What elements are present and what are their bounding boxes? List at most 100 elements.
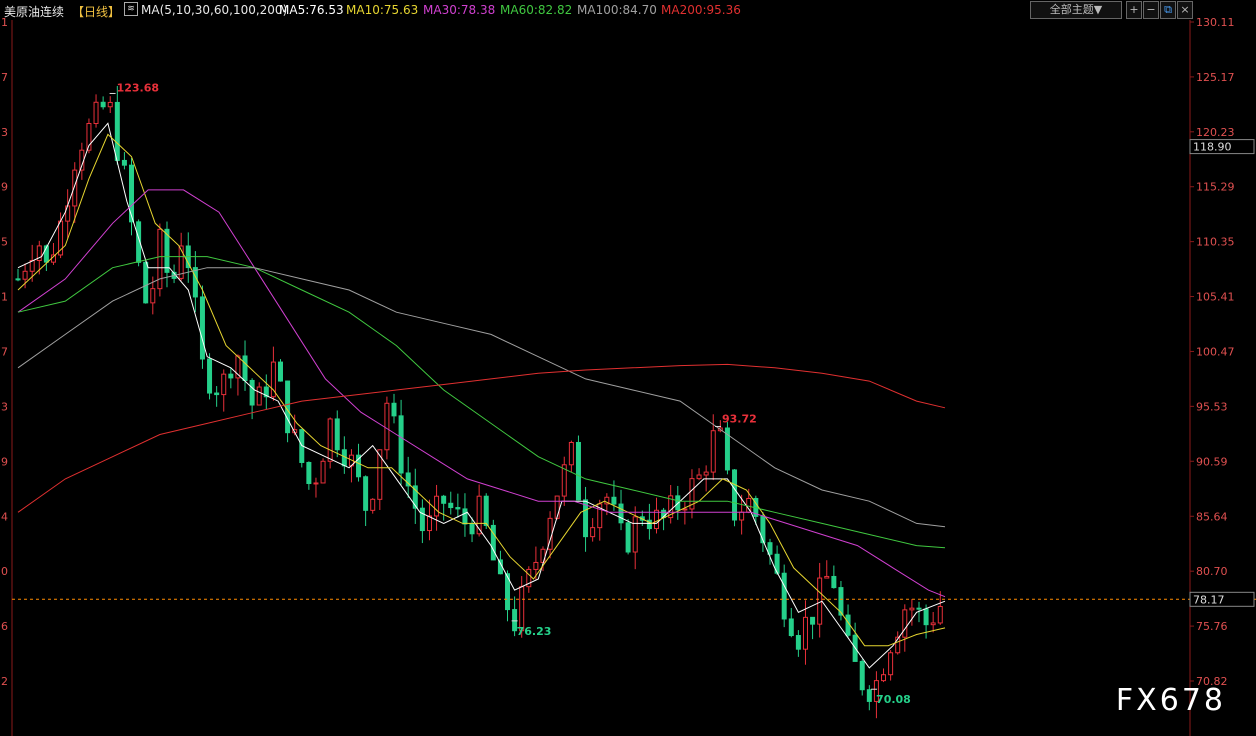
ma-line-ma30 — [17, 189, 946, 598]
extreme-label: 93.72 — [722, 412, 757, 425]
candle-body — [143, 261, 149, 304]
watermark: FX678 — [1115, 683, 1226, 718]
ma-settings-icon[interactable]: ≋ — [124, 2, 138, 16]
left-tick-label: 9 — [1, 181, 8, 194]
left-tick-label: 5 — [1, 236, 8, 249]
candle-body — [199, 296, 205, 360]
candle-body — [483, 495, 489, 526]
candle-body — [866, 689, 872, 702]
candle-body — [426, 515, 432, 532]
candle-body — [696, 474, 702, 480]
ma200-label: MA200:95.36 — [661, 3, 741, 17]
extreme-label: 76.23 — [517, 625, 552, 638]
candle-body — [221, 373, 227, 396]
candle-body — [22, 270, 28, 280]
candlestick-chart[interactable]: 130.111125.177120.233115.299110.355105.4… — [0, 0, 1256, 736]
candle-body — [653, 509, 659, 530]
candle-body — [363, 476, 369, 511]
candle-body — [121, 159, 127, 166]
candle-body — [909, 607, 915, 611]
extreme-label: 123.68 — [117, 81, 159, 94]
ma100-label: MA100:84.70 — [577, 3, 657, 17]
candle-body — [370, 498, 376, 511]
ma60-label: MA60:82.82 — [500, 3, 573, 17]
candle-body — [788, 618, 794, 637]
candle-body — [625, 522, 631, 553]
y-tick-label: 125.17 — [1196, 71, 1235, 84]
candle-body — [682, 508, 688, 511]
ma-spec-label: MA(5,10,30,60,100,200) — [141, 3, 288, 17]
candle-body — [462, 508, 468, 525]
candle-body — [334, 418, 340, 451]
y-tick-label: 115.29 — [1196, 181, 1235, 194]
restore-button[interactable]: ⧉ — [1160, 1, 1176, 19]
ma-line-ma5 — [17, 122, 946, 669]
candle-body — [391, 402, 397, 417]
candle-body — [739, 511, 745, 521]
y-axis: 130.111125.177120.233115.299110.355105.4… — [1, 16, 1235, 688]
candle-body — [242, 355, 248, 381]
candle-body — [795, 635, 801, 650]
left-tick-label: 2 — [1, 675, 8, 688]
ma-line-ma100 — [17, 267, 946, 528]
y-tick-label: 105.41 — [1196, 291, 1235, 304]
close-button[interactable]: × — [1177, 1, 1193, 19]
candle-body — [214, 392, 220, 396]
candle-body — [256, 386, 262, 406]
left-tick-label: 7 — [1, 345, 8, 358]
left-tick-label: 0 — [1, 565, 8, 578]
candle-body — [448, 502, 454, 509]
period-label[interactable]: 【日线】 — [72, 3, 120, 20]
candle-body — [15, 278, 21, 281]
candle-body — [710, 430, 716, 473]
candle-body — [277, 361, 283, 382]
candle-body — [114, 101, 120, 161]
candle-body — [469, 523, 475, 535]
y-tick-label: 75.76 — [1196, 620, 1228, 633]
candle-body — [590, 527, 596, 538]
symbol-label: 美原油连续 — [4, 5, 65, 19]
candle-body — [824, 575, 830, 579]
candle-body — [107, 101, 113, 108]
left-tick-label: 3 — [1, 126, 8, 139]
zoom-out-button[interactable]: − — [1143, 1, 1159, 19]
candle-body — [455, 507, 461, 510]
candle-body — [419, 507, 425, 532]
ma5-label: MA5:76.53 — [279, 3, 344, 17]
moving-averages — [17, 122, 946, 669]
candle-body — [930, 622, 936, 626]
candle-body — [129, 164, 135, 223]
left-tick-label: 6 — [1, 620, 8, 633]
theme-select[interactable]: 全部主题▼ — [1030, 1, 1122, 19]
grid — [11, 20, 1191, 736]
left-tick-label: 7 — [1, 71, 8, 84]
left-tick-label: 1 — [1, 291, 8, 304]
candle-body — [285, 380, 291, 434]
candle-body — [93, 101, 99, 124]
y-tick-label: 100.47 — [1196, 345, 1235, 358]
candle-body — [434, 495, 440, 517]
candle-body — [923, 608, 929, 626]
candle-body — [611, 496, 617, 505]
zoom-in-button[interactable]: + — [1126, 1, 1142, 19]
candle-body — [937, 605, 943, 624]
candle-body — [902, 609, 908, 638]
ma30-label: MA30:78.38 — [423, 3, 496, 17]
candle-body — [533, 561, 539, 570]
candle-body — [384, 402, 390, 451]
candle-body — [228, 373, 234, 379]
candle-body — [249, 379, 255, 406]
y-tick-label: 120.23 — [1196, 126, 1235, 139]
candle-body — [306, 461, 312, 485]
price-box-label: 78.17 — [1193, 593, 1225, 606]
candle-body — [313, 482, 319, 485]
candle-body — [327, 418, 333, 462]
left-tick-label: 4 — [1, 510, 8, 523]
candle-body — [618, 503, 624, 524]
candle-body — [810, 616, 816, 625]
candle-body — [781, 572, 787, 620]
candle-body — [916, 607, 922, 610]
y-tick-label: 95.53 — [1196, 400, 1228, 413]
candle-body — [192, 267, 198, 298]
y-tick-label: 90.59 — [1196, 455, 1228, 468]
